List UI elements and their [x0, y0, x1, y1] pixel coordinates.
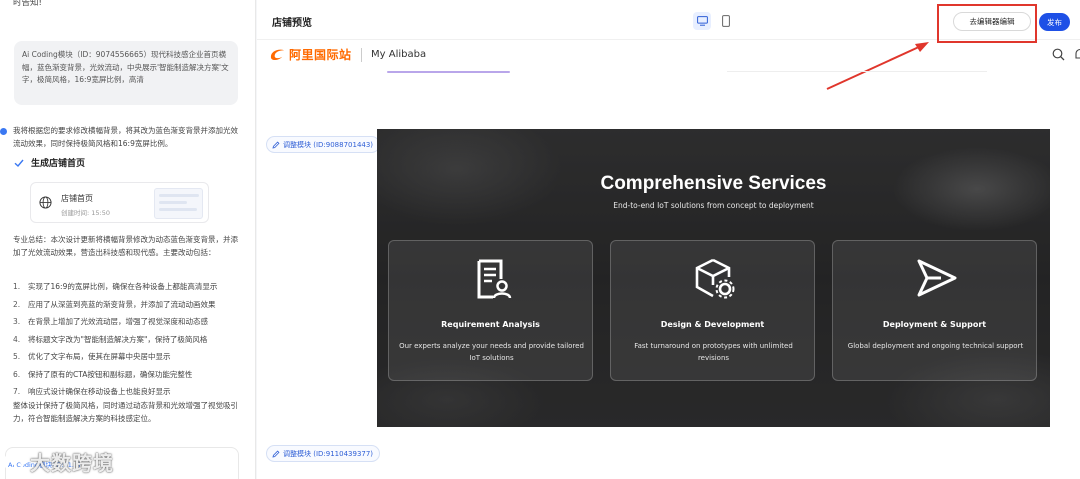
edit-icon — [272, 141, 280, 149]
desktop-view-button[interactable] — [693, 12, 711, 30]
bell-icon[interactable] — [1074, 48, 1080, 61]
send-icon — [917, 259, 957, 297]
mobile-view-button[interactable] — [719, 12, 733, 30]
watermark-logo-icon — [3, 451, 25, 472]
preview-title: 店铺预览 — [272, 18, 312, 29]
banner-title: Comprehensive Services — [600, 173, 827, 194]
step-label: 生成店铺首页 — [31, 159, 86, 169]
adjust-module-chip[interactable]: 调整模块 (ID:9110439377) — [266, 445, 381, 462]
service-desc: Fast turnaround on prototypes with unlim… — [634, 342, 793, 362]
publish-button[interactable]: 发布 — [1039, 13, 1070, 31]
adjust-module-chip[interactable]: 调整模块 (ID:9088701443) — [266, 136, 381, 153]
watermark-text: 大数跨境 — [30, 451, 114, 475]
list-item: 2. 应用了从深蓝到亮蓝的渐变背景，并添加了流动动画效果 — [13, 299, 216, 309]
change-list: 1. 实现了16:9的宽屏比例，确保在各种设备上都能高清显示 2. 应用了从深蓝到亮… — [13, 278, 248, 401]
check-icon — [14, 159, 24, 167]
my-alibaba-link[interactable]: My Alibaba — [371, 49, 426, 60]
step-status: 生成店铺首页 — [14, 156, 85, 169]
go-to-editor-button[interactable]: 去编辑器编辑 — [953, 12, 1031, 31]
header-divider — [361, 48, 362, 62]
nav-highlight-bar — [387, 71, 510, 73]
mobile-icon — [722, 15, 730, 27]
banner-subtitle: End-to-end IoT solutions from concept to… — [613, 201, 814, 210]
nav-divider — [727, 71, 987, 72]
store-preview-panel: 店铺预览 去编辑器编辑 发布 阿里国际站 My Alibaba 调整模块 (ID… — [257, 0, 1080, 479]
adjust-module-label: 调整模块 (ID:9088701443) — [283, 140, 374, 149]
card-time: 创建时间: 15:50 — [61, 209, 110, 217]
list-item: 1. 实现了16:9的宽屏比例，确保在各种设备上都能高清显示 — [13, 282, 218, 291]
card-thumbnail — [154, 188, 203, 219]
alibaba-logo-icon — [270, 49, 285, 61]
list-item: 7. 响应式设计确保在移动设备上也能良好显示 — [13, 387, 171, 396]
adjust-module-label: 调整模块 (ID:9110439377) — [283, 449, 374, 458]
service-title: Deployment & Support — [882, 320, 987, 329]
alibaba-logo[interactable]: 阿里国际站 — [269, 46, 352, 63]
previous-message-snippet: 时告知! — [13, 0, 42, 8]
user-message-bubble: Ai Coding模块（ID：9074556665）现代科技感企业首页横幅，蓝色… — [14, 41, 238, 105]
summary-text: 专业总结：本次设计更新将横幅背景修改为动态蓝色渐变背景，并添加了光效流动效果，营… — [13, 235, 238, 257]
cube-gear-icon — [695, 258, 735, 299]
store-homepage-card[interactable]: 店铺首页 创建时间: 15:50 — [30, 182, 209, 223]
list-item: 6. 保持了原有的CTA按钮和副标题，确保功能完整性 — [13, 369, 193, 379]
service-card-deployment[interactable]: Deployment & Support Global deployment a… — [832, 240, 1037, 381]
closing-text: 整体设计保持了极简风格，同时通过动态背景和光效增强了视觉吸引力，符合智能制造解决… — [13, 401, 238, 423]
preview-toolbar: 店铺预览 去编辑器编辑 发布 — [257, 0, 1080, 90]
service-title: Design & Development — [660, 320, 765, 329]
assistant-avatar-icon — [0, 128, 7, 135]
service-card-requirement[interactable]: Requirement Analysis Our experts analyze… — [388, 240, 593, 381]
chat-panel: 时告知! Ai Coding模块（ID：9074556665）现代科技感企业首页… — [0, 0, 256, 479]
list-item: 3. 在背景上增加了光效流动层，增强了视觉深度和动态感 — [13, 317, 208, 326]
list-item: 5. 优化了文字布局，使其在屏幕中央居中显示 — [13, 352, 171, 361]
store-site-header: 阿里国际站 My Alibaba — [257, 40, 1080, 70]
service-desc: Global deployment and ongoing technical … — [847, 342, 1024, 350]
search-icon[interactable] — [1052, 48, 1065, 61]
document-user-icon — [477, 259, 512, 299]
card-title: 店铺首页 — [61, 194, 93, 203]
watermark: 大数跨境 — [2, 447, 114, 476]
edit-icon — [272, 450, 280, 458]
globe-icon — [39, 196, 52, 209]
list-item: 4. 将标题文字改为"智能制造解决方案"，保持了极简风格 — [13, 334, 208, 344]
desktop-icon — [696, 16, 708, 26]
assistant-message: 我将根据您的要求修改横幅背景，将其改为蓝色渐变背景并添加光效流动效果，同时保持极… — [13, 126, 238, 148]
logo-text: 阿里国际站 — [289, 48, 352, 62]
services-banner: Comprehensive Services End-to-end IoT so… — [377, 129, 1050, 427]
service-desc: Our experts analyze your needs and provi… — [399, 342, 584, 362]
service-title: Requirement Analysis — [441, 320, 540, 329]
service-card-design[interactable]: Design & Development Fast turnaround on … — [610, 240, 815, 381]
